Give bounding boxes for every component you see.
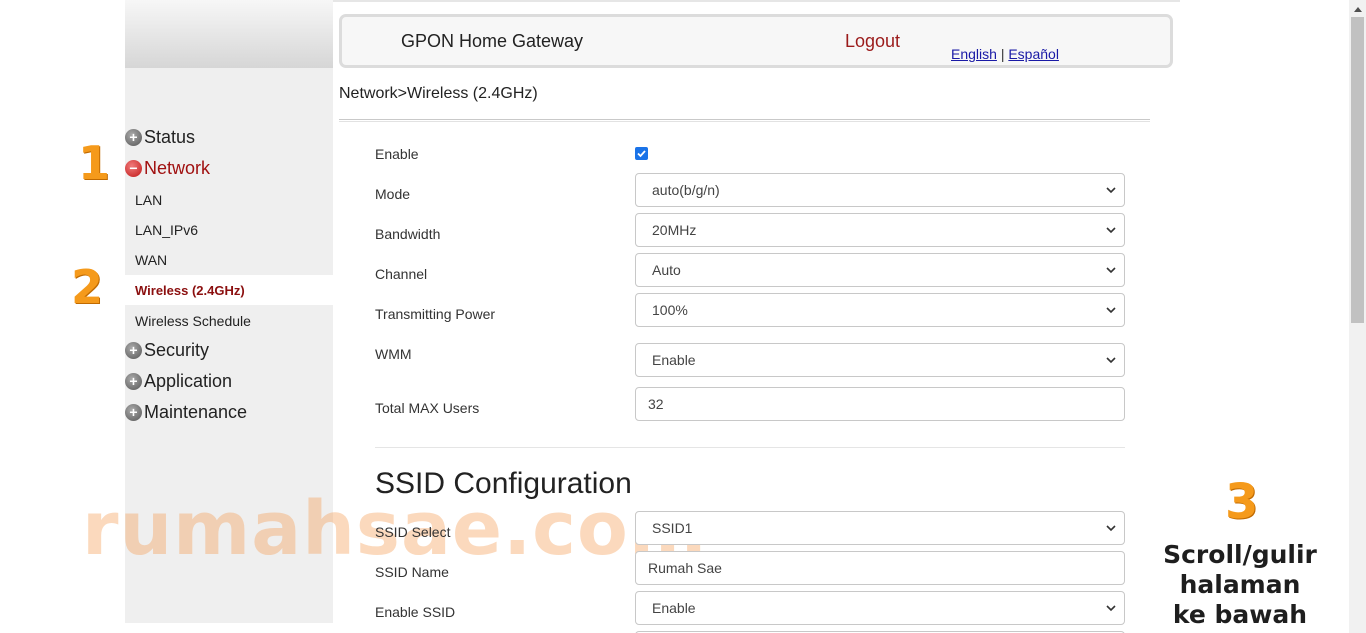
- chevron-down-icon: [1106, 605, 1116, 612]
- ssid-name-input[interactable]: Rumah Sae: [635, 551, 1125, 585]
- lang-spanish-link[interactable]: Español: [1008, 46, 1059, 62]
- breadcrumb: Network>Wireless (2.4GHz): [339, 85, 538, 102]
- sidebar-item-label: WAN: [135, 252, 168, 268]
- max-users-label: Total MAX Users: [375, 400, 480, 416]
- chevron-down-icon: [1106, 357, 1116, 364]
- sidebar-header: [125, 0, 333, 68]
- chevron-down-icon: [1106, 227, 1116, 234]
- scrollbar-thumb[interactable]: [1351, 17, 1364, 323]
- menu-status-label: Status: [144, 126, 196, 147]
- chevron-down-icon: [1106, 187, 1116, 194]
- tx-power-label: Transmitting Power: [375, 306, 496, 322]
- ssid-select-label: SSID Select: [375, 524, 451, 540]
- ssid-section-title: SSID Configuration: [375, 467, 632, 500]
- enable-ssid-select[interactable]: Enable: [635, 591, 1125, 625]
- scroll-hint-line: Scroll/gulir: [1163, 540, 1317, 569]
- sidebar-item-wireless-schedule[interactable]: Wireless Schedule: [125, 306, 333, 336]
- sidebar-item-lan-ipv6[interactable]: LAN_IPv6: [125, 215, 333, 245]
- mode-value: auto(b/g/n): [652, 182, 720, 198]
- header-panel: GPON Home Gateway Logout English | Españ…: [339, 14, 1173, 68]
- checkmark-icon: [637, 150, 646, 158]
- sidebar: + Status − Network LAN LAN_IPv6 WAN Wire…: [125, 0, 333, 623]
- menu-security-label: Security: [144, 339, 210, 360]
- max-users-value: 32: [648, 396, 664, 412]
- menu-network-label: Network: [144, 157, 211, 178]
- wmm-label: WMM: [375, 346, 412, 362]
- menu-application[interactable]: + Application: [125, 369, 232, 393]
- enable-ssid-value: Enable: [652, 600, 696, 616]
- bandwidth-value: 20MHz: [652, 222, 697, 238]
- channel-label: Channel: [375, 266, 428, 282]
- sidebar-item-label: LAN_IPv6: [135, 222, 199, 238]
- divider: [339, 119, 1150, 122]
- enable-checkbox[interactable]: [635, 147, 648, 160]
- enable-ssid-label: Enable SSID: [375, 604, 456, 620]
- step-3-annotation: 3: [1225, 474, 1259, 530]
- wmm-select[interactable]: Enable: [635, 343, 1125, 377]
- menu-network[interactable]: − Network: [125, 156, 210, 180]
- max-users-input[interactable]: 32: [635, 387, 1125, 421]
- ssid-name-label: SSID Name: [375, 564, 449, 580]
- menu-maintenance[interactable]: + Maintenance: [125, 400, 247, 424]
- mode-label: Mode: [375, 186, 411, 202]
- expand-plus-icon: +: [125, 341, 142, 359]
- enable-label: Enable: [375, 146, 419, 162]
- menu-status[interactable]: + Status: [125, 125, 195, 149]
- scroll-hint: Scroll/gulir halaman ke bawah: [1160, 540, 1320, 630]
- sidebar-item-wan[interactable]: WAN: [125, 245, 333, 275]
- channel-value: Auto: [652, 262, 681, 278]
- logout-link[interactable]: Logout: [845, 31, 900, 52]
- caret-up-icon: [1353, 6, 1362, 12]
- lang-separator: |: [1000, 46, 1005, 62]
- sidebar-item-wireless-24ghz[interactable]: Wireless (2.4GHz): [125, 275, 333, 305]
- tx-power-value: 100%: [652, 302, 688, 318]
- scroll-hint-line: halaman: [1179, 570, 1301, 599]
- ssid-name-value: Rumah Sae: [648, 560, 722, 576]
- form-divider: [375, 447, 1125, 448]
- expand-plus-icon: +: [125, 372, 142, 390]
- bandwidth-select[interactable]: 20MHz: [635, 213, 1125, 247]
- wmm-value: Enable: [652, 352, 696, 368]
- scroll-up-arrow[interactable]: [1349, 0, 1366, 17]
- chevron-down-icon: [1106, 267, 1116, 274]
- ssid-select[interactable]: SSID1: [635, 511, 1125, 545]
- sidebar-item-label: Wireless (2.4GHz): [135, 282, 245, 298]
- chevron-down-icon: [1106, 307, 1116, 314]
- expand-plus-icon: +: [125, 128, 142, 146]
- tx-power-select[interactable]: 100%: [635, 293, 1125, 327]
- page: + Status − Network LAN LAN_IPv6 WAN Wire…: [0, 0, 1366, 633]
- collapse-minus-icon: −: [125, 159, 142, 177]
- step-2-annotation: 2: [71, 260, 104, 314]
- step-1-annotation: 1: [78, 136, 111, 190]
- menu-application-label: Application: [144, 370, 233, 391]
- ssid-select-value: SSID1: [652, 520, 693, 536]
- menu-maintenance-label: Maintenance: [144, 401, 248, 422]
- sidebar-item-lan[interactable]: LAN: [125, 185, 333, 215]
- mode-select[interactable]: auto(b/g/n): [635, 173, 1125, 207]
- bandwidth-label: Bandwidth: [375, 226, 441, 242]
- scroll-hint-line: ke bawah: [1172, 600, 1308, 629]
- expand-plus-icon: +: [125, 403, 142, 421]
- menu-security[interactable]: + Security: [125, 338, 209, 362]
- language-switcher: English | Español: [951, 46, 1059, 62]
- chevron-down-icon: [1106, 525, 1116, 532]
- channel-select[interactable]: Auto: [635, 253, 1125, 287]
- gateway-title: GPON Home Gateway: [401, 31, 584, 51]
- sidebar-item-label: LAN: [135, 192, 163, 208]
- sidebar-item-label: Wireless Schedule: [135, 313, 251, 329]
- lang-english-link[interactable]: English: [951, 46, 997, 62]
